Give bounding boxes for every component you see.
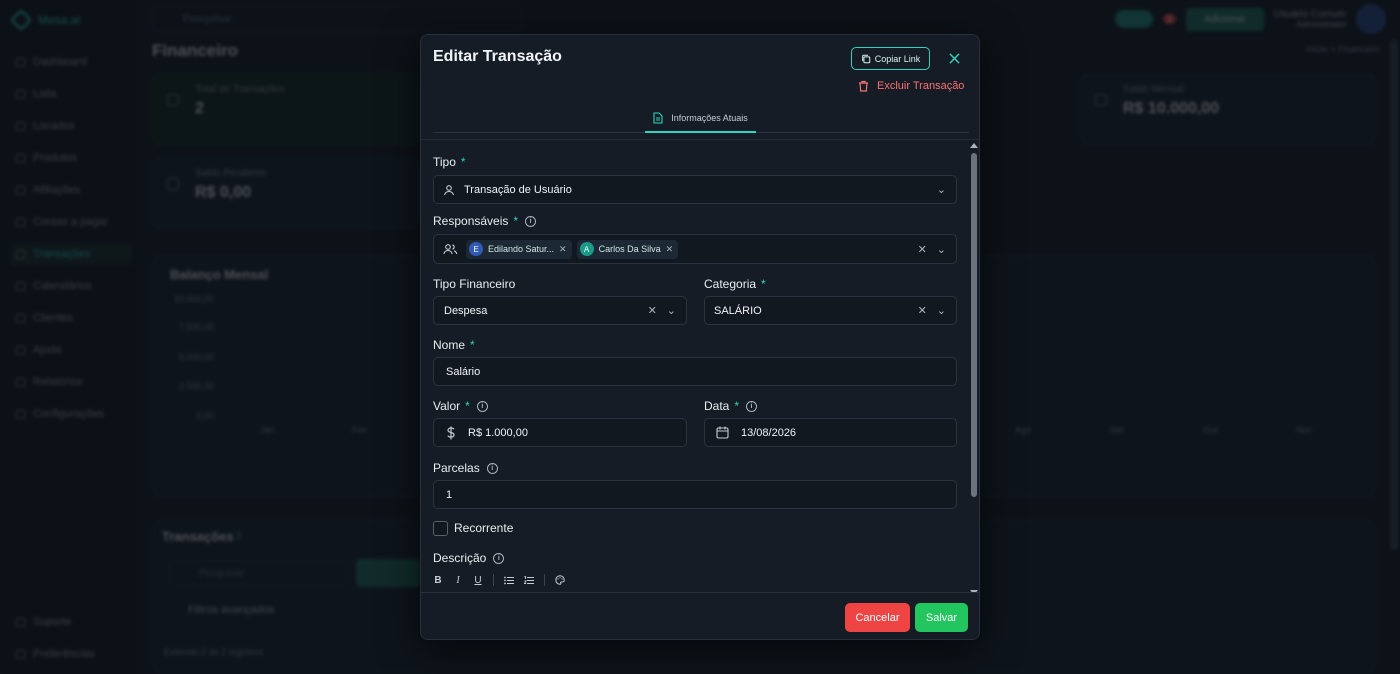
clear-icon[interactable]: ✕ [918, 243, 927, 256]
parcelas-label: Parcelas i [433, 461, 498, 475]
remove-chip-icon[interactable]: ✕ [666, 244, 674, 255]
responsavel-chip: E Edilando Satur... ✕ [466, 239, 572, 259]
responsaveis-label: Responsáveis * i [433, 214, 537, 228]
numbered-list-icon[interactable] [524, 575, 534, 585]
bold-icon[interactable]: B [433, 575, 443, 586]
responsaveis-multiselect[interactable]: E Edilando Satur... ✕ A Carlos Da Silva … [433, 234, 957, 264]
user-icon [442, 183, 456, 197]
modal-tabs: Informações Atuais [433, 105, 969, 133]
remove-chip-icon[interactable]: ✕ [559, 244, 567, 255]
close-modal-button[interactable] [945, 49, 963, 67]
delete-transaction-button[interactable]: Excluir Transação [858, 80, 964, 92]
info-icon[interactable]: i [476, 400, 488, 412]
underline-icon[interactable]: U [473, 575, 483, 586]
nome-input[interactable]: Salário [433, 357, 957, 386]
nome-label: Nome * [433, 338, 475, 352]
recorrente-label[interactable]: Recorrente [454, 521, 513, 535]
chevron-down-icon[interactable]: ⌄ [667, 304, 676, 317]
modal-scrollbar[interactable] [969, 141, 979, 595]
scroll-up-icon[interactable] [970, 143, 978, 148]
cancel-button[interactable]: Cancelar [845, 603, 910, 632]
clear-icon[interactable]: ✕ [648, 304, 657, 317]
tipo-label: Tipo * [433, 155, 466, 169]
tab-current-info[interactable]: Informações Atuais [645, 105, 756, 133]
info-icon[interactable]: i [525, 215, 537, 227]
divider [421, 139, 979, 140]
bullet-list-icon[interactable] [504, 576, 514, 585]
trash-icon [859, 80, 868, 92]
recorrente-checkbox[interactable] [433, 521, 448, 536]
modal-title: Editar Transação [433, 48, 562, 65]
valor-label: Valor * i [433, 399, 488, 413]
close-icon [948, 52, 960, 64]
italic-icon[interactable]: I [453, 575, 463, 586]
clear-icon[interactable]: ✕ [918, 304, 927, 317]
avatar: E [469, 242, 483, 256]
scroll-thumb[interactable] [971, 153, 977, 497]
rich-text-toolbar: B I U [433, 572, 565, 588]
categoria-select[interactable]: SALÁRIO ✕ ⌄ [704, 296, 957, 325]
toolbar-divider [544, 574, 545, 586]
data-label: Data * i [704, 399, 758, 413]
users-icon [442, 242, 458, 256]
copy-link-button[interactable]: Copiar Link [851, 47, 930, 70]
document-icon [653, 112, 663, 124]
descricao-label: Descrição i [433, 551, 505, 565]
valor-input[interactable]: R$ 1.000,00 [433, 418, 687, 447]
toolbar-divider [493, 574, 494, 586]
copy-icon [861, 54, 870, 63]
responsavel-chip: A Carlos Da Silva ✕ [576, 239, 679, 259]
chevron-down-icon[interactable]: ⌄ [937, 304, 946, 317]
info-icon[interactable]: i [486, 462, 498, 474]
tipo-financeiro-select[interactable]: Despesa ✕ ⌄ [433, 296, 687, 325]
dollar-icon [444, 426, 458, 440]
categoria-label: Categoria * [704, 277, 766, 291]
tipo-financeiro-label: Tipo Financeiro [433, 277, 516, 291]
info-icon[interactable]: i [746, 400, 758, 412]
chevron-down-icon[interactable]: ⌄ [937, 183, 946, 196]
chevron-down-icon[interactable]: ⌄ [937, 243, 946, 256]
tipo-select[interactable]: Transação de Usuário ⌄ [433, 175, 957, 204]
palette-icon[interactable] [555, 575, 565, 585]
info-icon[interactable]: i [493, 552, 505, 564]
data-input[interactable]: 13/08/2026 [704, 418, 957, 447]
modal-footer: Cancelar Salvar [421, 592, 979, 639]
save-button[interactable]: Salvar [915, 603, 968, 632]
parcelas-input[interactable]: 1 [433, 480, 957, 509]
responsaveis-chips: E Edilando Satur... ✕ A Carlos Da Silva … [466, 239, 918, 259]
calendar-icon[interactable] [715, 426, 729, 440]
avatar: A [579, 242, 594, 256]
edit-transaction-modal: Editar Transação Copiar Link Excluir Tra… [420, 34, 980, 640]
